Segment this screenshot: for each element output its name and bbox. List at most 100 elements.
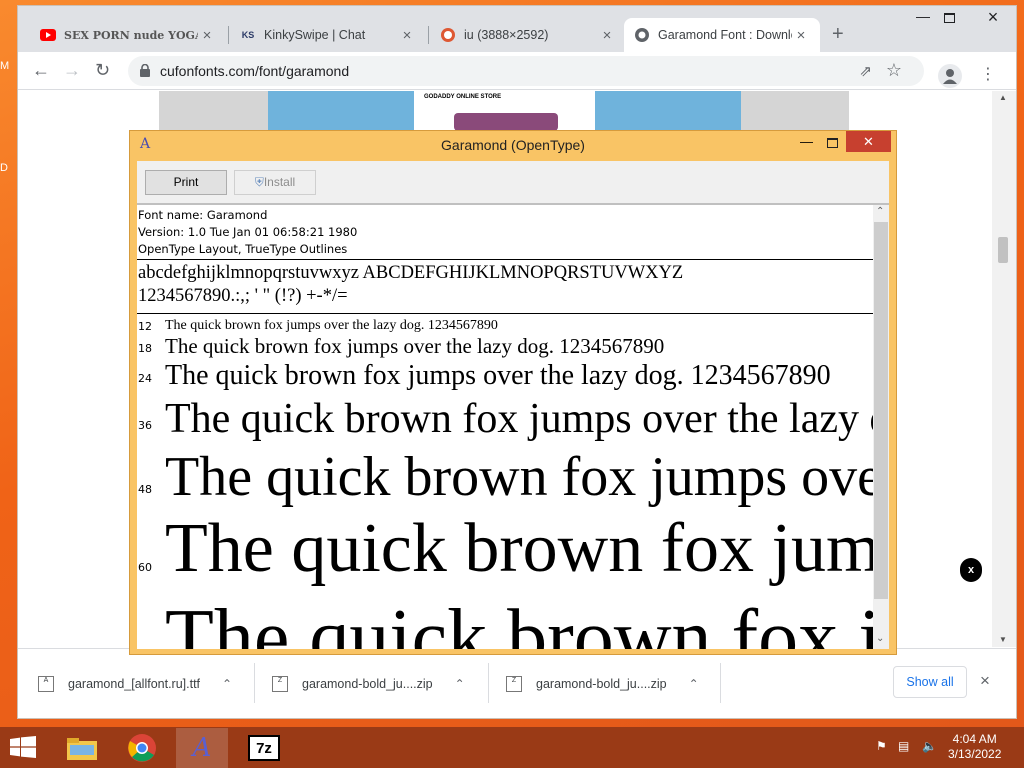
alphabet-line: abcdefghijklmnopqrstuvwxyz ABCDEFGHIJKLM… [138, 263, 684, 283]
sample-size: 24 [138, 372, 152, 385]
back-arrow-icon[interactable]: ← [32, 60, 50, 80]
sample-row: The quick brown fox jumps over the lazy … [137, 587, 873, 649]
maximize-icon[interactable] [827, 138, 838, 148]
sample-row: 48 The quick brown fox jumps over the la… [137, 445, 873, 511]
file-explorer-icon[interactable] [56, 728, 108, 768]
show-all-button[interactable]: Show all [893, 666, 967, 698]
tab-label: Garamond Font : Downlo [658, 28, 792, 42]
sample-text: The quick brown fox jumps over the lazy … [165, 446, 873, 508]
reload-icon[interactable]: ↻ [95, 60, 110, 80]
sample-size: 12 [138, 320, 152, 333]
action-center-flag-icon[interactable]: ⚑ [876, 739, 887, 753]
preview-scrollbar[interactable]: ⌃ ⌄ [873, 205, 889, 649]
install-label: Install [263, 175, 296, 189]
godaddy-ad[interactable]: GODADDY ONLINE STORE [414, 91, 595, 131]
browser-toolbar: ← → ↻ cufonfonts.com/font/garamond ⇗ ☆ ⋮ [18, 52, 1016, 90]
close-tab-icon[interactable]: × [398, 27, 416, 44]
window-title: Garamond (OpenType) [441, 137, 585, 153]
taskbar: A 7z ⚑ ▤ 🔈 4:04 AM 3/13/2022 [0, 727, 1024, 768]
close-tab-icon[interactable]: × [792, 27, 810, 44]
tab-label: iu (3888×2592) [464, 28, 549, 42]
close-window-button[interactable]: ✕ [846, 131, 891, 152]
close-icon[interactable]: × [969, 6, 1017, 28]
clock-date: 3/13/2022 [948, 747, 1002, 761]
chevron-up-icon[interactable]: ⌃ [689, 677, 699, 691]
scrollbar-thumb[interactable] [998, 237, 1008, 263]
forward-arrow-icon[interactable]: → [63, 60, 81, 80]
minimize-icon[interactable]: — [916, 8, 930, 24]
install-button[interactable]: ⛨Install [234, 170, 316, 195]
profile-avatar-icon[interactable] [938, 64, 962, 88]
clock[interactable]: 4:04 AM 3/13/2022 [948, 732, 1001, 762]
sample-size: 60 [138, 561, 152, 574]
ad-text: GODADDY ONLINE STORE [424, 94, 502, 100]
bookmark-star-icon[interactable]: ☆ [886, 60, 902, 81]
tab-label: KinkySwipe | Chat [264, 28, 366, 42]
desktop-icon-edge[interactable]: D [0, 162, 10, 174]
windows-start-icon[interactable] [10, 736, 36, 763]
scroll-up-arrow-icon[interactable]: ⌃ [876, 206, 884, 217]
minimize-icon[interactable]: — [800, 134, 813, 149]
viewer-toolbar: Print ⛨Install [137, 161, 889, 203]
scroll-down-arrow-icon[interactable]: ▼ [999, 635, 1007, 644]
font-viewer-taskbar-icon[interactable]: A [176, 728, 228, 768]
scroll-down-arrow-icon[interactable]: ⌄ [876, 633, 884, 644]
sample-row: 24 The quick brown fox jumps over the la… [137, 360, 873, 396]
close-tab-icon[interactable]: × [598, 27, 616, 44]
font-preview: Font name: Garamond Version: 1.0 Tue Jan… [137, 203, 889, 649]
sample-row: 36 The quick brown fox jumps over the la… [137, 395, 873, 447]
download-filename: garamond_[allfont.ru].ttf [68, 677, 201, 691]
menu-dots-icon[interactable]: ⋮ [980, 64, 996, 84]
download-item[interactable]: Z garamond-bold_ju....zip ⌃ [506, 649, 699, 719]
font-name: Font name: Garamond [138, 208, 268, 222]
sample-text: The quick brown fox jumps over the lazy … [165, 334, 665, 358]
tab-kinkyswipe[interactable]: KS KinkySwipe | Chat × [230, 18, 426, 52]
share-icon[interactable]: ⇗ [859, 62, 872, 80]
close-tab-icon[interactable]: × [198, 27, 216, 44]
chrome-icon[interactable] [116, 728, 168, 768]
font-layout: OpenType Layout, TrueType Outlines [138, 242, 348, 256]
sample-size: 48 [138, 483, 152, 496]
address-bar[interactable]: cufonfonts.com/font/garamond ⇗ ☆ [128, 56, 924, 86]
downloads-bar: A garamond_[allfont.ru].ttf ⌃ Z garamond… [18, 648, 1016, 718]
sample-row: 60 The quick brown fox jumps over the la… [137, 509, 873, 587]
zip-file-icon: Z [272, 676, 288, 692]
sample-text: The quick brown fox jumps over the lazy … [165, 510, 873, 587]
sample-size: 18 [138, 342, 152, 355]
close-downloads-icon[interactable]: × [980, 671, 990, 691]
ad-image [454, 113, 558, 131]
sample-text: The quick brown fox jumps over the lazy … [165, 396, 873, 442]
chevron-up-icon[interactable]: ⌃ [222, 677, 232, 691]
tab-label: SEX PORN nude YOGA [64, 28, 198, 42]
zip-file-icon: Z [506, 676, 522, 692]
sample-row: 18 The quick brown fox jumps over the la… [137, 334, 873, 360]
print-button[interactable]: Print [145, 170, 227, 195]
tab-image[interactable]: iu (3888×2592) × [430, 18, 626, 52]
7zip-label: 7z [248, 735, 280, 761]
font-file-icon: A [38, 676, 54, 692]
tab-garamond[interactable]: Garamond Font : Downlo × [624, 18, 820, 52]
shield-icon: ⛨ [254, 175, 264, 189]
font-viewer-window: A Garamond (OpenType) — ✕ Print ⛨Install… [129, 130, 897, 655]
new-tab-button[interactable]: + [832, 23, 844, 46]
globe-icon [634, 27, 650, 43]
tab-youtube[interactable]: SEX PORN nude YOGA × [30, 18, 226, 52]
scroll-up-arrow-icon[interactable]: ▲ [999, 93, 1007, 102]
download-item[interactable]: A garamond_[allfont.ru].ttf ⌃ [38, 649, 232, 719]
download-item[interactable]: Z garamond-bold_ju....zip ⌃ [272, 649, 465, 719]
chevron-up-icon[interactable]: ⌃ [455, 677, 465, 691]
close-ad-button[interactable]: x [960, 558, 982, 582]
network-icon[interactable]: ▤ [898, 739, 909, 753]
maximize-icon[interactable] [944, 10, 955, 26]
digits-line: 1234567890.:,; ' " (!?) +-*/= [138, 286, 348, 306]
volume-muted-icon[interactable]: 🔈 [922, 739, 937, 753]
lock-icon [140, 64, 150, 77]
sample-size: 36 [138, 419, 152, 432]
page-scrollbar[interactable]: ▲ ▼ [992, 91, 1016, 647]
desktop-icon-edge[interactable]: M [0, 60, 10, 72]
7zip-icon[interactable]: 7z [238, 728, 290, 768]
youtube-icon [40, 27, 56, 43]
download-filename: garamond-bold_ju....zip [536, 677, 667, 691]
download-filename: garamond-bold_ju....zip [302, 677, 433, 691]
scrollbar-thumb[interactable] [874, 222, 888, 599]
